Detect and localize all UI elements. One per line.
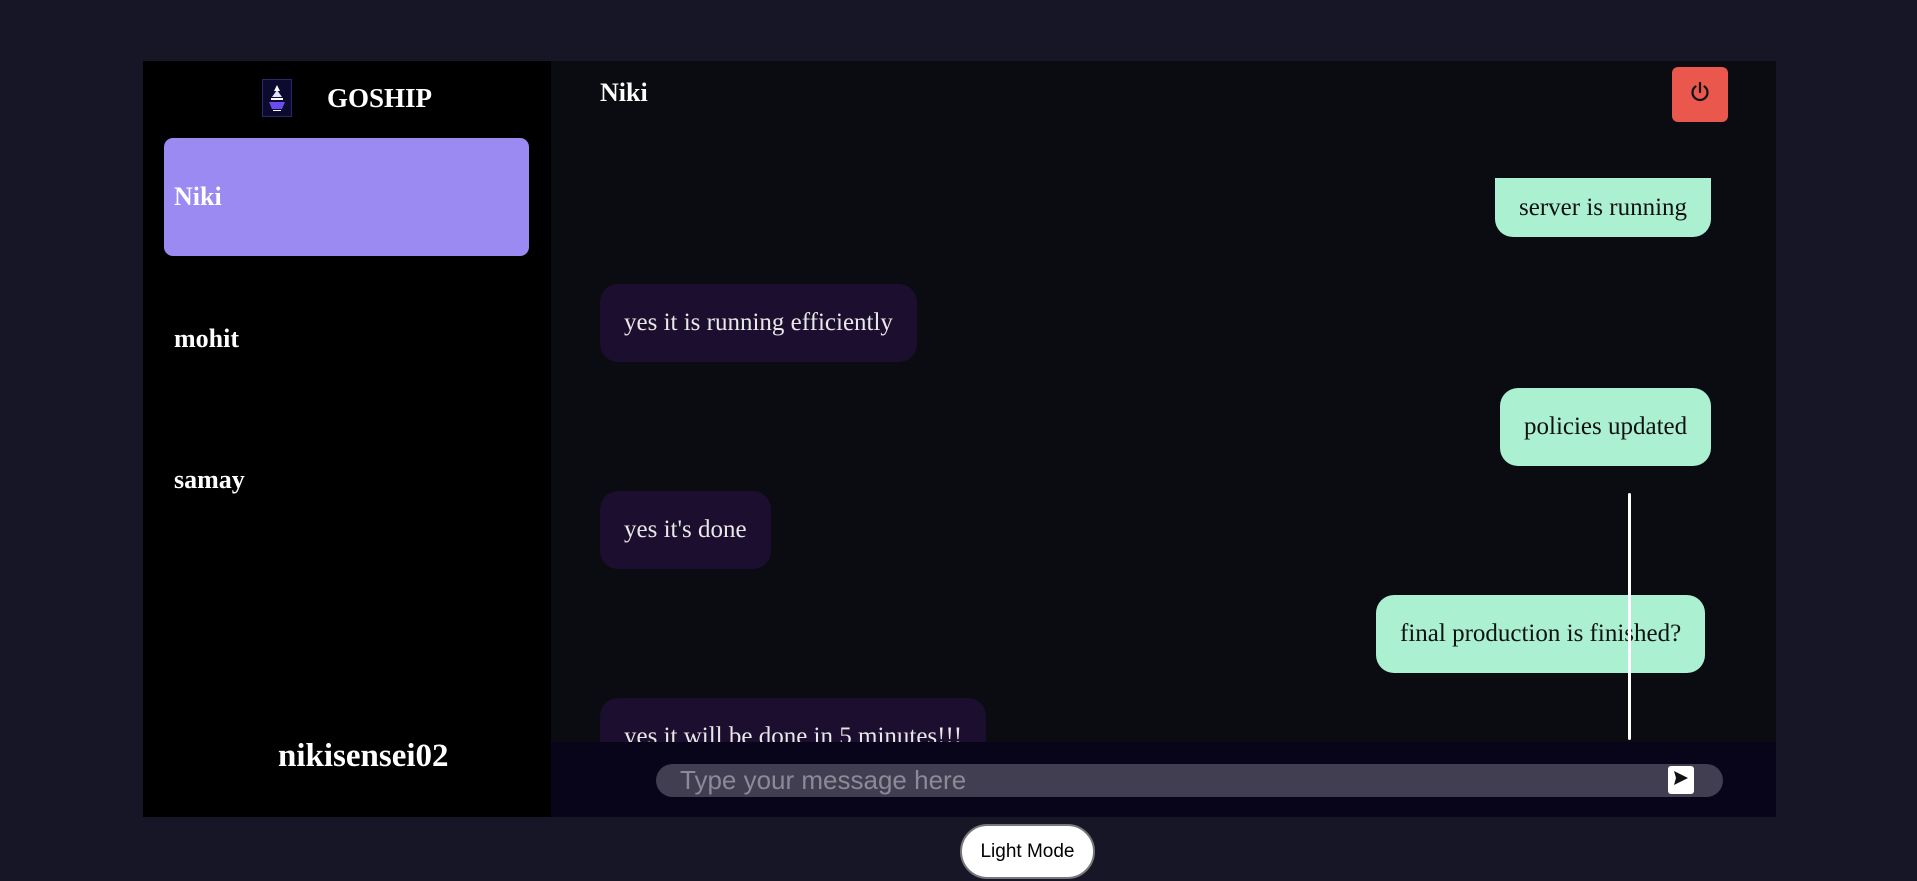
message-list-scrollbar[interactable] bbox=[1628, 493, 1631, 740]
current-username: nikisensei02 bbox=[278, 738, 449, 774]
message-input-wrapper bbox=[656, 764, 1723, 797]
contact-item-niki[interactable]: Niki bbox=[164, 138, 529, 256]
brand-name: GOSHIP bbox=[326, 82, 433, 113]
message-sent: policies updated bbox=[1500, 388, 1712, 466]
message-composer bbox=[551, 742, 1776, 817]
chat-app: GOSHIP Niki mohit samay nikisensei02 Nik… bbox=[143, 61, 1776, 817]
message-sent: final production is finished? bbox=[1376, 595, 1706, 673]
send-button[interactable] bbox=[1668, 766, 1694, 794]
send-icon bbox=[1672, 769, 1690, 792]
contact-item-samay[interactable]: samay bbox=[164, 421, 529, 539]
message-sent: server is running bbox=[1495, 178, 1712, 237]
contact-name: samay bbox=[174, 465, 245, 494]
logout-button[interactable] bbox=[1672, 67, 1728, 122]
chat-panel: Niki server is running yes it is running… bbox=[551, 61, 1776, 817]
message-list[interactable]: server is running yes it is running effi… bbox=[551, 134, 1776, 742]
chat-title: Niki bbox=[600, 78, 648, 107]
message-received: yes it is running efficiently bbox=[600, 284, 917, 362]
message-received: yes it will be done in 5 minutes!!! bbox=[600, 698, 987, 742]
contact-item-mohit[interactable]: mohit bbox=[164, 280, 529, 398]
sidebar: GOSHIP Niki mohit samay nikisensei02 bbox=[143, 61, 551, 817]
contact-name: Niki bbox=[174, 182, 222, 211]
message-received: yes it's done bbox=[600, 491, 771, 569]
chat-header: Niki bbox=[551, 61, 1776, 134]
ship-logo-icon bbox=[261, 79, 292, 117]
power-icon bbox=[1688, 80, 1712, 109]
message-input[interactable] bbox=[680, 764, 1640, 797]
contact-name: mohit bbox=[174, 324, 239, 353]
theme-toggle-button[interactable]: Light Mode bbox=[960, 824, 1095, 879]
brand: GOSHIP bbox=[143, 77, 551, 119]
